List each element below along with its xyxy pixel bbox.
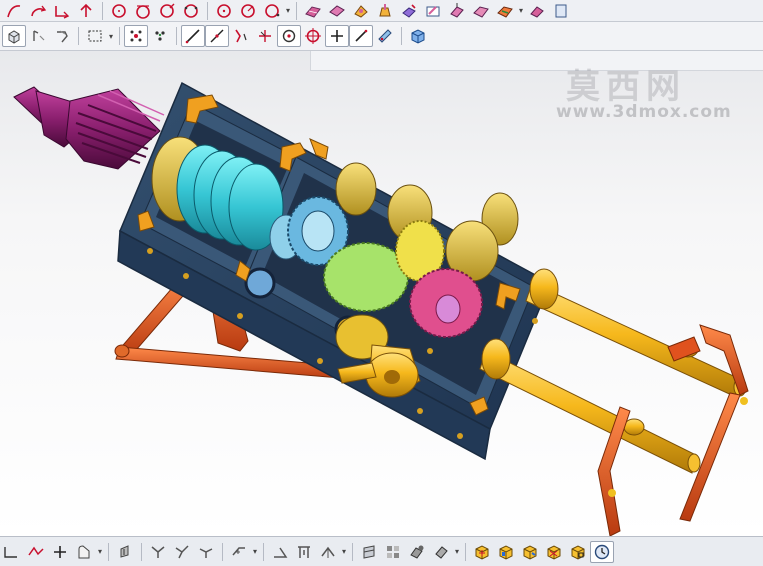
fork2-icon[interactable] [170, 541, 194, 563]
dropdown-arrow[interactable]: ▾ [284, 6, 292, 15]
ellipse-icon[interactable] [212, 0, 236, 21]
loft-icon[interactable] [349, 0, 373, 21]
shell-icon[interactable] [445, 0, 469, 21]
extend-icon[interactable] [74, 0, 98, 21]
patch-icon[interactable] [493, 0, 517, 21]
move-icon[interactable] [26, 25, 50, 47]
fill-icon[interactable] [113, 541, 137, 563]
spline-icon[interactable] [253, 25, 277, 47]
line-icon[interactable] [181, 25, 205, 47]
view-wire-icon[interactable] [566, 541, 590, 563]
sketch-toolbar: ▾ ▾ [0, 0, 763, 22]
circle-icon[interactable] [107, 0, 131, 21]
3d-viewport[interactable]: 莫西网 www.3dmox.com [0, 51, 763, 536]
branch-icon[interactable] [194, 541, 218, 563]
gearbox-model[interactable] [0, 51, 763, 536]
sweep-icon[interactable] [325, 0, 349, 21]
curve-icon[interactable] [2, 0, 26, 21]
view-right-icon[interactable] [542, 541, 566, 563]
circle-tangent-icon[interactable] [131, 0, 155, 21]
arc-tool-icon[interactable] [229, 25, 253, 47]
blend-icon[interactable] [373, 0, 397, 21]
dropdown-arrow[interactable]: ▾ [340, 547, 348, 556]
fork-icon[interactable] [146, 541, 170, 563]
trim-icon[interactable] [50, 0, 74, 21]
extrude-icon[interactable] [397, 0, 421, 21]
line-angle-icon[interactable] [205, 25, 229, 47]
input-coupling[interactable] [13, 86, 165, 170]
dimension-icon[interactable] [316, 541, 340, 563]
shape-icon[interactable] [72, 541, 96, 563]
view-iso-icon[interactable] [470, 541, 494, 563]
pattern-icon[interactable] [227, 541, 251, 563]
right-linkage[interactable] [597, 324, 749, 536]
select-box-icon[interactable] [83, 25, 107, 47]
diagonal-icon[interactable] [349, 25, 373, 47]
view-front-icon[interactable] [494, 541, 518, 563]
dropdown-arrow[interactable]: ▾ [453, 547, 461, 556]
tools-toolbar: ▾ [0, 22, 763, 51]
revolve-icon[interactable] [421, 0, 445, 21]
clock-icon[interactable] [590, 540, 614, 563]
arc-icon[interactable] [26, 0, 50, 21]
view-top-icon[interactable] [518, 541, 542, 563]
rotate-icon[interactable] [50, 25, 74, 47]
dropdown-arrow[interactable]: ▾ [107, 32, 115, 41]
cross-icon[interactable] [325, 25, 349, 47]
assembly-icon[interactable] [405, 541, 429, 563]
snap-point-icon[interactable] [148, 25, 172, 47]
plus-icon[interactable] [48, 541, 72, 563]
point-icon[interactable] [301, 25, 325, 47]
dropdown-arrow[interactable]: ▾ [96, 547, 104, 556]
snap-grid-icon[interactable] [124, 25, 148, 47]
polyline-icon[interactable] [24, 541, 48, 563]
circle-point-icon[interactable] [155, 0, 179, 21]
polygon-icon[interactable] [260, 0, 284, 21]
view-cube-icon[interactable] [2, 25, 26, 47]
circle-snap-icon[interactable] [277, 25, 301, 47]
blend-face-icon[interactable] [469, 0, 493, 21]
dropdown-arrow[interactable]: ▾ [517, 6, 525, 15]
circle-3pt-icon[interactable] [179, 0, 203, 21]
circle-center-icon[interactable] [236, 0, 260, 21]
frame-icon[interactable] [292, 541, 316, 563]
surface-icon[interactable] [301, 0, 325, 21]
solid-cube-icon[interactable] [406, 25, 430, 47]
dropdown-arrow[interactable]: ▾ [251, 547, 259, 556]
flip-surface-icon[interactable] [525, 0, 549, 21]
angle-icon[interactable] [268, 541, 292, 563]
wall-icon[interactable] [357, 541, 381, 563]
axis-icon[interactable] [0, 541, 24, 563]
sheet-icon[interactable] [549, 0, 573, 21]
measure-icon[interactable] [373, 25, 397, 47]
bottom-toolbar: ▾ ▾ ▾ ▾ [0, 536, 763, 566]
part-icon[interactable] [429, 541, 453, 563]
grid-blocks-icon[interactable] [381, 541, 405, 563]
